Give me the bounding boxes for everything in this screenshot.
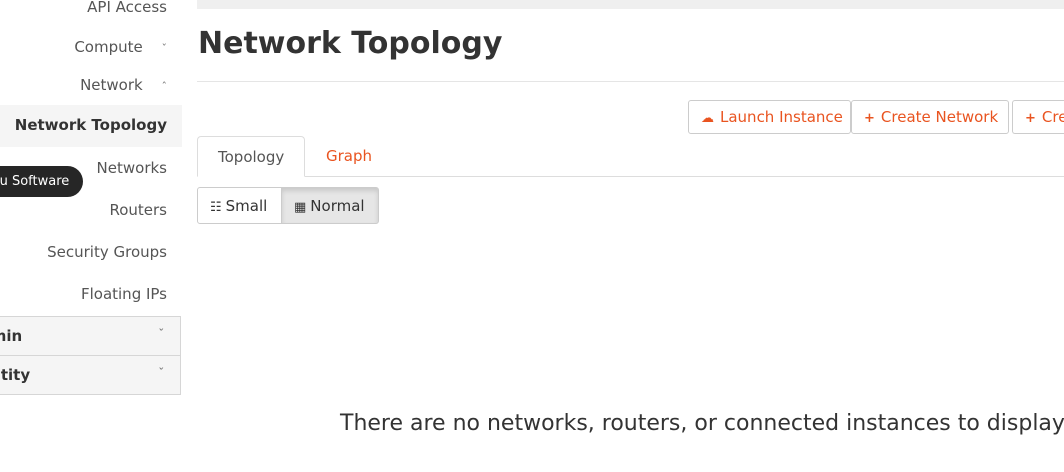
- sidebar-item-network[interactable]: Network ˆ: [80, 76, 167, 94]
- plus-icon: +: [1025, 111, 1036, 126]
- button-label: Cre: [1041, 108, 1064, 126]
- button-label: Normal: [310, 197, 365, 215]
- chevron-down-icon: ˇ: [158, 366, 165, 379]
- sidebar-item-networks[interactable]: Networks: [97, 159, 167, 177]
- button-label: Create Network: [880, 108, 999, 126]
- tab-topology[interactable]: Topology: [197, 136, 306, 177]
- sidebar-item-label: Network Topology: [14, 116, 167, 134]
- sidebar-item-label: Floating IPs: [80, 285, 167, 303]
- small-view-button[interactable]: ☷ Small: [197, 187, 282, 224]
- sidebar-item-label: API Access: [87, 0, 167, 16]
- sidebar-item-label: Compute: [74, 38, 143, 56]
- divider: [197, 81, 1064, 82]
- tab-label: Graph: [326, 147, 373, 165]
- sidebar-item-label: Network: [80, 76, 143, 94]
- sidebar-item-api-access[interactable]: API Access: [87, 0, 167, 16]
- sidebar-item-routers[interactable]: Routers: [109, 201, 167, 219]
- sidebar-item-label: Networks: [96, 159, 167, 177]
- tab-graph[interactable]: Graph: [306, 136, 392, 177]
- chevron-down-icon: ˇ: [161, 42, 168, 55]
- tab-label: Topology: [218, 148, 285, 166]
- top-bar: [197, 0, 1064, 9]
- empty-state-message: There are no networks, routers, or conne…: [340, 411, 1064, 436]
- grid-small-icon: ☷: [210, 200, 222, 215]
- chevron-down-icon: ˇ: [158, 327, 165, 340]
- grid-normal-icon: ▦: [294, 200, 307, 215]
- sidebar-item-floating-ips[interactable]: Floating IPs: [81, 285, 167, 303]
- sidebar-panel-admin[interactable]: dmin ˇ: [0, 316, 181, 356]
- button-label: Small: [225, 197, 268, 215]
- launch-instance-button[interactable]: ☁ Launch Instance: [688, 100, 851, 134]
- sidebar: API Access Compute ˇ Network ˆ Network T…: [0, 0, 182, 472]
- sidebar-panel-label: dmin: [0, 327, 23, 345]
- chevron-up-icon: ˆ: [161, 80, 168, 93]
- sidebar-panel-label: entity: [0, 366, 31, 384]
- page-title: Network Topology: [198, 26, 503, 61]
- create-network-button[interactable]: + Create Network: [851, 100, 1009, 134]
- sidebar-item-network-topology[interactable]: Network Topology: [0, 105, 182, 147]
- normal-view-button[interactable]: ▦ Normal: [281, 187, 379, 224]
- sidebar-item-security-groups[interactable]: Security Groups: [47, 243, 167, 261]
- button-label: Launch Instance: [720, 108, 843, 126]
- sidebar-item-compute[interactable]: Compute ˇ: [74, 38, 167, 56]
- plus-icon: +: [864, 111, 875, 126]
- sidebar-item-label: Security Groups: [47, 243, 167, 261]
- create-router-button[interactable]: + Cre: [1012, 100, 1064, 134]
- sidebar-panel-identity[interactable]: entity ˇ: [0, 355, 181, 395]
- tooltip: untu Software: [0, 166, 84, 197]
- cloud-upload-icon: ☁: [701, 111, 714, 126]
- sidebar-item-label: Routers: [109, 201, 167, 219]
